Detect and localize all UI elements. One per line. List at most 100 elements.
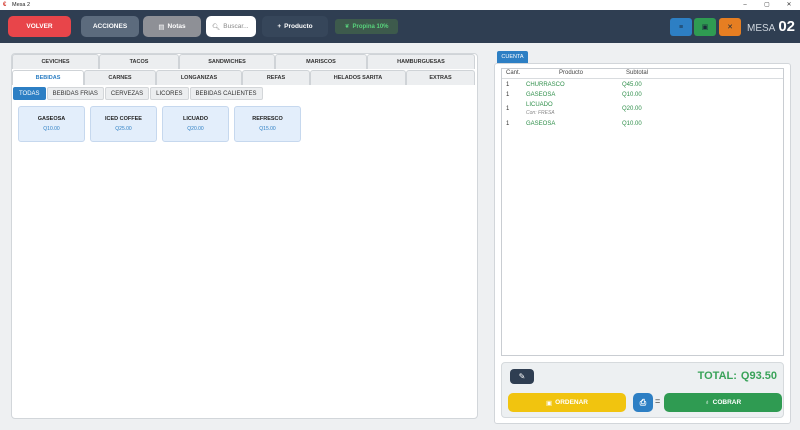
subcategory-tabs: TODAS BEBIDAS FRIAS CERVEZAS LICORES BEB…	[13, 87, 263, 100]
acciones-button[interactable]: ACCIONES	[81, 16, 139, 37]
producto-label: Producto	[284, 23, 313, 30]
header-cant: Cant.	[506, 70, 521, 76]
product-price: Q25.00	[115, 126, 132, 132]
subtab-todas[interactable]: TODAS	[13, 87, 46, 100]
tab-ceviches[interactable]: CEVICHES	[12, 54, 99, 69]
search-placeholder: Buscar...	[223, 23, 249, 30]
close-mesa-button[interactable]: ✕	[719, 18, 741, 36]
close-icon: ✕	[727, 24, 733, 31]
product-card[interactable]: ICED COFFEE Q25.00	[90, 106, 157, 142]
equals-sign: =	[655, 396, 661, 406]
acciones-label: ACCIONES	[92, 23, 128, 30]
subtab-bebidas-frias[interactable]: BEBIDAS FRIAS	[46, 87, 104, 100]
category-row-1: CEVICHES TACOS SANDWICHES MARISCOS HAMBU…	[12, 54, 475, 69]
add-producto-button[interactable]: + Producto	[262, 16, 328, 37]
row-qty: 1	[506, 121, 510, 127]
save-button[interactable]: ▣	[694, 18, 716, 36]
product-price: Q10.00	[43, 126, 60, 132]
row-qty: 1	[506, 106, 510, 112]
notes-icon: ▤	[158, 23, 165, 31]
tab-longanizas[interactable]: LONGANIZAS	[156, 70, 242, 85]
checkout-box: ✎ TOTAL: Q93.50 ▣ ORDENAR ⎙ = ♁ COBRAR	[501, 362, 784, 418]
print-button[interactable]: ⎙	[633, 393, 653, 412]
subtab-cervezas[interactable]: CERVEZAS	[104, 87, 150, 100]
mesa-label: MESA	[747, 23, 776, 34]
tab-carnes[interactable]: CARNES	[84, 70, 156, 85]
order-icon: ▣	[545, 399, 553, 407]
tab-bebidas[interactable]: BEBIDAS	[12, 70, 84, 85]
product-price: Q20.00	[187, 126, 204, 132]
tab-refas[interactable]: REFAS	[242, 70, 310, 85]
close-window-button[interactable]: ✕	[778, 0, 800, 10]
row-subtotal: Q45.00	[622, 82, 642, 88]
plus-icon: +	[277, 23, 282, 30]
propina-toggle[interactable]: ❦ Propina 10%	[335, 19, 398, 34]
tab-hamburguesas[interactable]: HAMBURGUESAS	[367, 54, 475, 69]
row-subtotal: Q10.00	[622, 92, 642, 98]
total-value: Q93.50	[740, 370, 777, 382]
product-card[interactable]: LICUADO Q20.00	[162, 106, 229, 142]
tab-tacos[interactable]: TACOS	[99, 54, 179, 69]
maximize-button[interactable]: ▢	[756, 0, 778, 10]
product-price: Q15.00	[259, 126, 276, 132]
search-input[interactable]: 🔍︎ Buscar...	[206, 16, 256, 37]
window-title: Mesa 2	[12, 2, 31, 8]
order-total: TOTAL: Q93.50	[698, 370, 777, 382]
row-product: LICUADO	[526, 102, 553, 108]
cobrar-label: COBRAR	[712, 399, 742, 406]
tip-icon: ❦	[344, 24, 350, 30]
cuenta-panel: Cant. Producto Subtotal 1 CHURRASCO Q45.…	[494, 63, 791, 424]
title-bar: € Mesa 2 – ▢ ✕	[0, 0, 800, 10]
subtab-bebidas-calientes[interactable]: BEBIDAS CALIENTES	[189, 87, 263, 100]
header-subtotal: Subtotal	[626, 70, 649, 76]
total-label: TOTAL:	[697, 370, 737, 382]
product-name: GASEOSA	[37, 116, 66, 122]
product-card[interactable]: REFRESCO Q15.00	[234, 106, 301, 142]
notas-label: Notas	[167, 23, 186, 30]
mesa-number: 02	[778, 18, 796, 35]
minimize-button[interactable]: –	[734, 0, 756, 10]
top-toolbar: VOLVER ACCIONES ▤ Notas 🔍︎ Buscar... + P…	[0, 10, 800, 43]
row-qty: 1	[506, 92, 510, 98]
tab-cuenta[interactable]: CUENTA	[497, 51, 528, 63]
products-panel: CEVICHES TACOS SANDWICHES MARISCOS HAMBU…	[11, 53, 478, 419]
category-row-2: BEBIDAS CARNES LONGANIZAS REFAS HELADOS …	[12, 70, 475, 85]
cobrar-button[interactable]: ♁ COBRAR	[664, 393, 782, 412]
ordenar-label: ORDENAR	[555, 399, 589, 406]
product-name: ICED COFFEE	[105, 116, 142, 122]
mesa-indicator: MESA 02	[747, 18, 795, 35]
list-icon: ≡	[678, 23, 684, 31]
row-product: GASEOSA	[526, 121, 556, 127]
save-icon: ▣	[701, 24, 709, 31]
product-name: LICUADO	[182, 116, 209, 122]
tab-mariscos[interactable]: MARISCOS	[275, 54, 367, 69]
row-modifier: Con: FRESA	[526, 110, 555, 116]
pencil-icon: ✎	[518, 372, 526, 381]
printer-icon: ⎙	[639, 397, 647, 407]
ordenar-button[interactable]: ▣ ORDENAR	[508, 393, 626, 412]
row-product: CHURRASCO	[526, 82, 565, 88]
row-product: GASEOSA	[526, 92, 556, 98]
volver-label: VOLVER	[26, 23, 53, 30]
row-subtotal: Q10.00	[622, 121, 642, 127]
subtab-licores[interactable]: LICORES	[150, 87, 189, 100]
edit-button[interactable]: ✎	[510, 369, 534, 384]
order-table-header: Cant. Producto Subtotal	[502, 69, 783, 79]
notas-button[interactable]: ▤ Notas	[143, 16, 201, 37]
order-table: Cant. Producto Subtotal 1 CHURRASCO Q45.…	[501, 68, 784, 356]
tab-helados-sarita[interactable]: HELADOS SARITA	[310, 70, 406, 85]
row-subtotal: Q20.00	[622, 106, 642, 112]
tab-sandwiches[interactable]: SANDWICHES	[179, 54, 275, 69]
list-button[interactable]: ≡	[670, 18, 692, 36]
product-grid: GASEOSA Q10.00 ICED COFFEE Q25.00 LICUAD…	[18, 106, 301, 142]
propina-label: Propina 10%	[352, 23, 389, 30]
volver-button[interactable]: VOLVER	[8, 16, 71, 37]
row-qty: 1	[506, 82, 510, 88]
product-card[interactable]: GASEOSA Q10.00	[18, 106, 85, 142]
tab-extras[interactable]: EXTRAS	[406, 70, 475, 85]
window-controls: – ▢ ✕	[734, 0, 800, 10]
header-producto: Producto	[559, 70, 584, 76]
app-icon: €	[3, 2, 7, 8]
product-name: REFRESCO	[252, 116, 283, 122]
money-icon: ♁	[704, 399, 710, 406]
